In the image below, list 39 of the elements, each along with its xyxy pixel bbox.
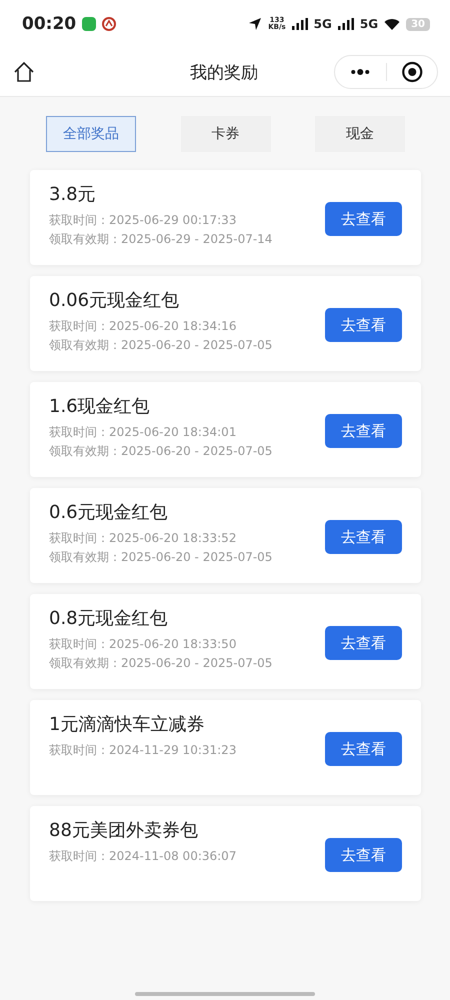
view-button[interactable]: 去查看 [325, 838, 402, 872]
reward-detail: 获取时间：2025-06-20 18:34:16 [49, 318, 238, 335]
signal-icon [338, 18, 354, 30]
reward-detail: 获取时间：2025-06-29 00:17:33 [49, 212, 238, 229]
reward-title: 1.6现金红包 [49, 395, 151, 418]
filter-tab[interactable]: 卡券 [180, 116, 270, 152]
reward-detail: 领取有效期：2025-06-20 - 2025-07-05 [49, 337, 274, 354]
filter-tab[interactable]: 全部奖品 [46, 116, 136, 152]
reward-detail: 领取有效期：2025-06-20 - 2025-07-05 [49, 549, 274, 566]
reward-title: 0.8元现金红包 [49, 607, 169, 630]
wifi-icon [384, 18, 400, 30]
app-icon [102, 17, 116, 31]
location-icon [248, 17, 262, 31]
reward-detail: 获取时间：2025-06-20 18:33:50 [49, 636, 238, 653]
view-button[interactable]: 去查看 [325, 308, 402, 342]
reward-title: 0.6元现金红包 [49, 501, 169, 524]
reward-title: 3.8元 [49, 183, 97, 206]
view-button[interactable]: 去查看 [325, 414, 402, 448]
status-time: 00:20 [22, 14, 76, 34]
reward-title: 1元滴滴快车立减券 [49, 713, 206, 736]
home-icon[interactable] [12, 60, 36, 84]
network-type: 5G [314, 17, 332, 31]
network-type: 5G [360, 17, 378, 31]
reward-detail: 领取有效期：2025-06-29 - 2025-07-14 [49, 231, 274, 248]
reward-detail: 获取时间：2025-06-20 18:34:01 [49, 424, 238, 441]
page-title: 我的奖励 [189, 62, 259, 84]
view-button[interactable]: 去查看 [325, 202, 402, 236]
view-button[interactable]: 去查看 [325, 520, 402, 554]
reward-detail: 获取时间：2025-06-20 18:33:52 [49, 530, 238, 547]
view-button[interactable]: 去查看 [325, 732, 402, 766]
reward-detail: 获取时间：2024-11-29 10:31:23 [49, 742, 238, 759]
view-button[interactable]: 去查看 [325, 626, 402, 660]
reward-detail: 领取有效期：2025-06-20 - 2025-07-05 [49, 443, 274, 460]
reward-detail: 获取时间：2024-11-08 00:36:07 [49, 848, 238, 865]
filter-tab[interactable]: 现金 [315, 116, 405, 152]
reward-title: 88元美团外卖券包 [49, 819, 199, 842]
reward-title: 0.06元现金红包 [49, 289, 180, 312]
reward-detail: 领取有效期：2025-06-20 - 2025-07-05 [49, 655, 274, 672]
signal-icon [292, 18, 308, 30]
